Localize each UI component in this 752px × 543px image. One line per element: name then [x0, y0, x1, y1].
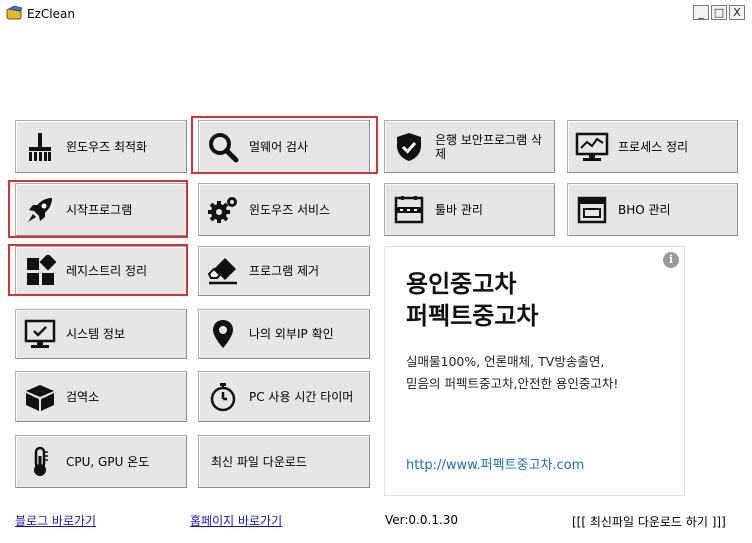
- process-cleanup-label: 프로세스 정리: [618, 139, 689, 154]
- version-text: Ver:0.0.1.30: [385, 513, 459, 527]
- quarantine-label: 검역소: [66, 389, 100, 404]
- ad-title-line2: 퍼펙트중고차: [406, 302, 539, 330]
- window-title: EzClean: [27, 7, 75, 21]
- optimize-label: 윈도우즈 최적화: [66, 139, 148, 154]
- registry-cleanup-button[interactable]: 레지스트리 정리: [15, 246, 187, 296]
- cpu-gpu-temp-button[interactable]: CPU, GPU 온도: [15, 435, 187, 488]
- bho-manage-button[interactable]: BHO 관리: [567, 183, 738, 236]
- process-cleanup-button[interactable]: 프로세스 정리: [567, 120, 738, 173]
- ad-panel[interactable]: i 용인중고차 퍼펙트중고차 실매물100%, 언론매체, TV방송출연, 믿음…: [384, 246, 685, 496]
- ad-description: 실매물100%, 언론매체, TV방송출연, 믿음의 퍼펙트중고차,안전한 용인…: [406, 351, 618, 395]
- malware-scan-label: 멀웨어 검사: [249, 139, 309, 154]
- toolbar-icon: [391, 192, 427, 228]
- eraser-icon: [205, 253, 241, 289]
- stopwatch-icon: [205, 379, 241, 415]
- info-icon[interactable]: i: [663, 252, 679, 268]
- toolbar-manage-button[interactable]: 툴바 관리: [384, 183, 555, 236]
- app-icon: [6, 5, 23, 20]
- uninstall-program-button[interactable]: 프로그램 제거: [198, 246, 370, 296]
- gears-icon: [205, 192, 241, 228]
- pc-timer-button[interactable]: PC 사용 시간 타이머: [198, 371, 370, 422]
- malware-scan-button[interactable]: 멀웨어 검사: [198, 120, 370, 173]
- magnifier-icon: [205, 129, 241, 165]
- uninstall-program-label: 프로그램 제거: [249, 264, 320, 278]
- ad-link[interactable]: http://www.퍼펙트중고차.com: [406, 454, 584, 473]
- bho-manage-label: BHO 관리: [618, 202, 671, 217]
- browser-window-icon: [574, 192, 610, 228]
- system-info-label: 시스템 정보: [66, 327, 126, 341]
- homepage-link[interactable]: 홈페이지 바로가기: [190, 512, 282, 529]
- bank-security-remove-button[interactable]: 은행 보안프로그램 삭제: [384, 120, 555, 173]
- close-button[interactable]: X: [729, 5, 745, 20]
- thermometer-icon: [22, 444, 58, 480]
- blog-link[interactable]: 블로그 바로가기: [15, 512, 96, 529]
- broom-icon: [22, 129, 58, 165]
- startup-programs-button[interactable]: 시작프로그램: [15, 183, 187, 236]
- windows-services-label: 윈도우즈 서비스: [249, 202, 331, 217]
- ad-title: 용인중고차 퍼펙트중고차: [406, 268, 538, 332]
- startup-programs-label: 시작프로그램: [66, 202, 133, 217]
- download-latest-file-button[interactable]: 최신 파일 다운로드: [198, 435, 370, 488]
- minimize-button[interactable]: _: [693, 5, 709, 20]
- toolbar-manage-label: 툴바 관리: [435, 202, 483, 217]
- box-icon: [22, 379, 58, 415]
- monitor-check-icon: [22, 316, 58, 352]
- external-ip-label: 나의 외부IP 확인: [249, 327, 334, 341]
- windows-services-button[interactable]: 윈도우즈 서비스: [198, 183, 370, 236]
- download-latest-file-label: 최신 파일 다운로드: [211, 454, 307, 469]
- ad-desc-line1: 실매물100%, 언론매체, TV방송출연,: [406, 354, 605, 369]
- cpu-gpu-temp-label: CPU, GPU 온도: [66, 454, 150, 469]
- external-ip-button[interactable]: 나의 외부IP 확인: [198, 309, 370, 359]
- location-pin-icon: [205, 316, 241, 352]
- title-bar: EzClean _ □ X: [0, 0, 752, 28]
- ad-title-line1: 용인중고차: [406, 270, 517, 298]
- pc-timer-label: PC 사용 시간 타이머: [249, 389, 354, 404]
- monitor-chart-icon: [574, 129, 610, 165]
- ad-desc-line2: 믿음의 퍼펙트중고차,안전한 용인중고차!: [406, 376, 619, 391]
- registry-cleanup-label: 레지스트리 정리: [66, 264, 148, 278]
- download-latest-link[interactable]: [[[ 최신파일 다운로드 하기 ]]]: [572, 513, 726, 530]
- quarantine-button[interactable]: 검역소: [15, 371, 187, 422]
- blocks-icon: [22, 253, 58, 289]
- optimize-button[interactable]: 윈도우즈 최적화: [15, 120, 187, 173]
- shield-check-icon: [391, 129, 427, 165]
- rocket-icon: [22, 192, 58, 228]
- maximize-button[interactable]: □: [711, 5, 727, 20]
- system-info-button[interactable]: 시스템 정보: [15, 309, 187, 359]
- bank-security-remove-label: 은행 보안프로그램 삭제: [435, 132, 542, 161]
